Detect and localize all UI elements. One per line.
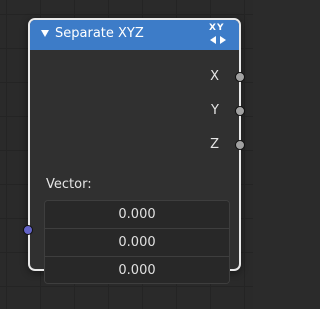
separate-xyz-node[interactable]: Separate XYZ XY X Y Z Vector: 0.000 0.00… bbox=[23, 18, 245, 284]
output-socket-x[interactable] bbox=[235, 72, 245, 82]
vector-input-label: Vector: bbox=[46, 177, 92, 192]
vector-z-field[interactable]: 0.000 bbox=[45, 257, 229, 283]
vector-x-field[interactable]: 0.000 bbox=[45, 201, 229, 229]
vector-y-field[interactable]: 0.000 bbox=[45, 229, 229, 257]
input-socket-vector[interactable] bbox=[23, 225, 33, 235]
output-label-y: Y bbox=[211, 103, 219, 118]
arrows-icon bbox=[210, 36, 226, 44]
xy-direction-icon: XY bbox=[207, 23, 229, 46]
node-header[interactable]: Separate XYZ XY bbox=[30, 20, 239, 50]
node-title: Separate XYZ bbox=[55, 26, 144, 41]
output-label-x: X bbox=[210, 69, 219, 84]
collapse-arrow-icon[interactable] bbox=[41, 30, 49, 37]
xy-icon-label: XY bbox=[209, 23, 225, 33]
output-label-z: Z bbox=[210, 137, 219, 152]
vector-input-fields: 0.000 0.000 0.000 bbox=[44, 200, 230, 284]
output-socket-z[interactable] bbox=[235, 140, 245, 150]
output-socket-y[interactable] bbox=[235, 106, 245, 116]
